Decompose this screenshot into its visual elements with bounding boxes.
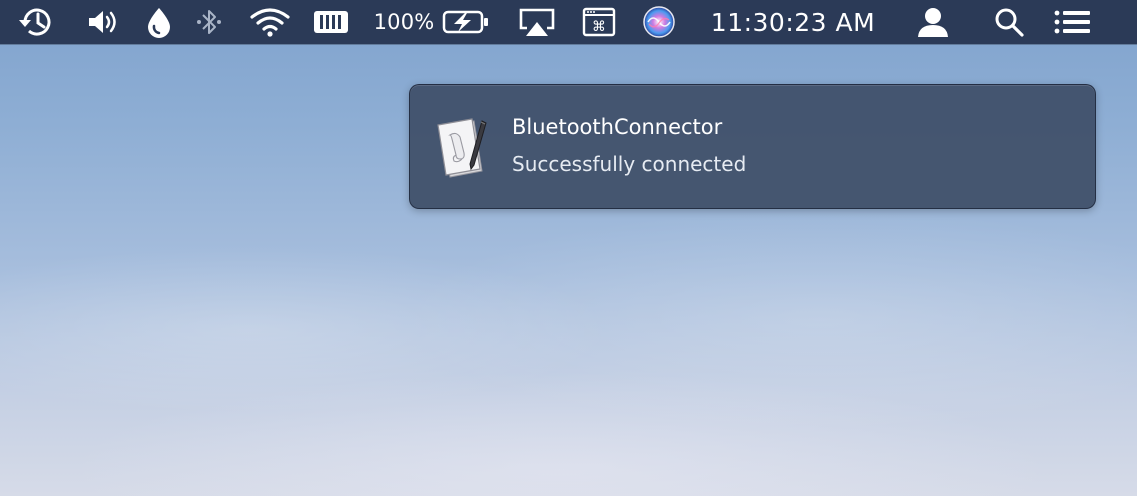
bluetooth-icon[interactable] xyxy=(193,0,225,44)
notification-banner[interactable]: BluetoothConnector Successfully connecte… xyxy=(409,84,1096,209)
wifi-icon[interactable] xyxy=(248,0,292,44)
notification-center-icon[interactable] xyxy=(1050,0,1094,44)
notification-message: Successfully connected xyxy=(512,152,747,176)
volume-icon[interactable] xyxy=(84,0,124,44)
clock[interactable]: 11:30:23 AM xyxy=(703,0,883,44)
svg-text:⌘: ⌘ xyxy=(592,19,606,35)
siri-icon[interactable] xyxy=(640,0,678,44)
droplet-icon[interactable] xyxy=(142,0,176,44)
spotlight-search-icon[interactable] xyxy=(990,0,1028,44)
script-editor-icon xyxy=(434,113,494,179)
menu-bar: 100% ⌘ 11:30:23 AM xyxy=(0,0,1137,44)
desktop: 100% ⌘ 11:30:23 AM BluetoothConnector Su… xyxy=(0,0,1137,496)
memory-icon[interactable] xyxy=(311,0,351,44)
notification-title: BluetoothConnector xyxy=(512,115,723,139)
keyboard-viewer-icon[interactable]: ⌘ xyxy=(580,0,618,44)
time-machine-icon[interactable] xyxy=(14,0,58,44)
battery-percent-text: 100% xyxy=(373,10,435,34)
battery-icon[interactable] xyxy=(441,0,491,44)
user-icon[interactable] xyxy=(913,0,953,44)
airplay-icon[interactable] xyxy=(516,0,558,44)
clock-text: 11:30:23 AM xyxy=(710,7,876,37)
battery-percent[interactable]: 100% xyxy=(372,0,436,44)
